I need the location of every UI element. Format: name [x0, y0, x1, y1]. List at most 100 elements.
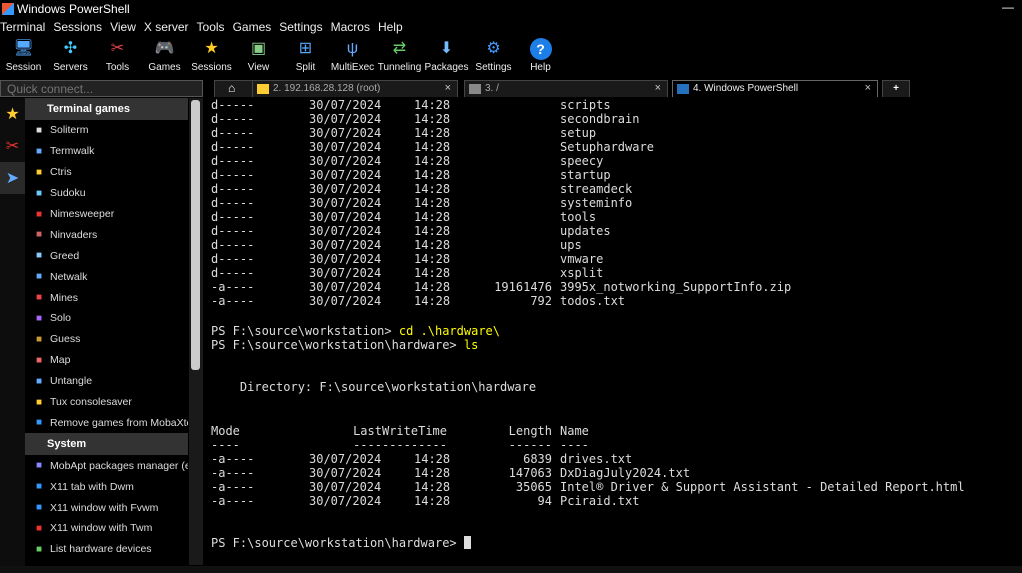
tab-close-icon[interactable]: ×: [865, 81, 871, 96]
tab-close-icon[interactable]: ×: [445, 81, 451, 96]
file-row-cell: 14:28: [414, 494, 451, 508]
sidebar-item[interactable]: ■ X11 window with Fvwm: [25, 497, 188, 518]
game-icon: ■: [35, 271, 43, 283]
dir-row-cell: 14:28: [414, 196, 451, 210]
toolbar-games-button[interactable]: 🎮 Games: [141, 36, 188, 78]
menu-item-macros[interactable]: Macros: [331, 20, 375, 34]
dir-row-cell: d-----: [211, 98, 255, 112]
toolbar-sessions-button[interactable]: ★ Sessions: [188, 36, 235, 78]
sidebar-item[interactable]: ■ Termwalk: [25, 141, 188, 162]
sidebar-item[interactable]: ■ Solo: [25, 308, 188, 329]
dir-row-cell: setup: [560, 126, 597, 140]
toolbar-view-button[interactable]: ▣ View: [235, 36, 282, 78]
game-icon: ■: [35, 166, 43, 178]
file-row-cell: 30/07/2024: [309, 494, 382, 508]
minimize-button[interactable]: —: [1002, 0, 1014, 14]
file-row-cell: 14:28: [414, 466, 451, 480]
toolbar-label: Split: [295, 62, 316, 73]
game-icon: ■: [35, 208, 43, 220]
sidebar-item[interactable]: ■ Mines: [25, 287, 188, 308]
sidebar-item-label: Termwalk: [50, 145, 95, 158]
menu-item-help[interactable]: Help: [378, 20, 408, 34]
toolbar-label: Tools: [105, 62, 130, 73]
toolbar-packages-button[interactable]: ⬇ Packages: [423, 36, 470, 78]
dir-row-cell: d-----: [211, 266, 255, 280]
menu-item-x-server[interactable]: X server: [144, 20, 194, 34]
sidebar-item[interactable]: ■ Guess: [25, 329, 188, 350]
tab-close-icon[interactable]: ×: [655, 81, 661, 96]
file-row-cell: -a----: [211, 466, 255, 480]
menu-item-terminal[interactable]: Terminal: [0, 20, 50, 34]
tab-label: 4. Windows PowerShell: [693, 83, 799, 94]
game-icon: ■: [35, 543, 43, 555]
tab-ssh-session[interactable]: 2. 192.168.28.128 (root) ×: [252, 80, 458, 97]
file-row-cell: Intel® Driver & Support Assistant - Deta…: [560, 480, 965, 494]
sidebar-item[interactable]: ■ Nimesweeper: [25, 204, 188, 225]
tab-home[interactable]: ⌂: [214, 80, 254, 97]
terminal-output[interactable]: d----- 30/07/2024 14:28 scripts d----- 30/07/…: [206, 98, 1022, 566]
command-text: cd .\hardware\: [398, 324, 500, 338]
game-icon: ■: [35, 333, 43, 345]
dir-row-cell: 30/07/2024: [309, 98, 382, 112]
toolbar-session-button[interactable]: 🖥 Session: [0, 36, 47, 78]
sidebar-item[interactable]: ■ Ninvaders: [25, 224, 188, 245]
dir-row-cell: d-----: [211, 140, 255, 154]
session-icon: 🖥: [13, 40, 34, 57]
sidebar-item[interactable]: ■ List hardware devices: [25, 539, 188, 560]
sidebar-item[interactable]: ■ X11 tab with Dwm: [25, 476, 188, 497]
favorites-star-icon[interactable]: ★: [0, 98, 25, 130]
tab-local-terminal[interactable]: 3. / ×: [464, 80, 668, 97]
new-tab-button[interactable]: +: [882, 80, 910, 97]
toolbar-settings-button[interactable]: ⚙ Settings: [470, 36, 517, 78]
mobaxterm-app-icon: [2, 3, 14, 15]
quick-connect-input[interactable]: [0, 80, 203, 97]
toolbar-multiexec-button[interactable]: ψ MultiExec: [329, 36, 376, 78]
ssh-icon: [257, 84, 269, 94]
game-icon: ■: [35, 502, 43, 514]
sidebar-item[interactable]: ■ Greed: [25, 245, 188, 266]
sidebar-scrollbar[interactable]: [189, 98, 203, 565]
dir-row-cell: 30/07/2024: [309, 266, 382, 280]
sidebar-item[interactable]: ■ Map: [25, 350, 188, 371]
toolbar-tools-button[interactable]: ✂ Tools: [94, 36, 141, 78]
scrollbar-thumb[interactable]: [191, 100, 200, 370]
toolbar-tunneling-button[interactable]: ⇄ Tunneling: [376, 36, 423, 78]
tools-icon[interactable]: ✂: [0, 130, 25, 162]
sidebar-item-label: Map: [50, 354, 71, 367]
menu-item-view[interactable]: View: [110, 20, 141, 34]
sidebar-item[interactable]: ■ Remove games from MobaXterm: [25, 412, 188, 433]
menu-item-sessions[interactable]: Sessions: [53, 20, 107, 34]
file-row-cell: Pciraid.txt: [560, 494, 640, 508]
menu-item-tools[interactable]: Tools: [197, 20, 230, 34]
sidebar-item-label: Guess: [50, 333, 81, 346]
toolbar-servers-button[interactable]: ✣ Servers: [47, 36, 94, 78]
sidebar-item-label: X11 tab with Dwm: [50, 480, 134, 493]
dir-row-cell: 14:28: [414, 112, 451, 126]
session-tab-bar: ⌂ 2. 192.168.28.128 (root) × 3. / × 4. W…: [206, 79, 1022, 97]
toolbar-split-button[interactable]: ⊞ Split: [282, 36, 329, 78]
game-icon: ■: [35, 229, 43, 241]
dir-row-cell: 30/07/2024: [309, 280, 382, 294]
sidebar-item[interactable]: ■ Untangle: [25, 371, 188, 392]
sidebar-item[interactable]: ■ Tux consolesaver: [25, 392, 188, 413]
menu-item-settings[interactable]: Settings: [279, 20, 327, 34]
toolbar-label: Sessions: [191, 62, 232, 73]
sidebar-item[interactable]: ■ X11 window with Twm: [25, 518, 188, 539]
sidebar-item[interactable]: ■ Soliterm: [25, 120, 188, 141]
menu-item-games[interactable]: Games: [233, 20, 277, 34]
file-row-cell: -a----: [211, 494, 255, 508]
sidebar-item[interactable]: ■ Sudoku: [25, 183, 188, 204]
file-row-cell: 30/07/2024: [309, 480, 382, 494]
games-sidebar: Terminal games ■ Soliterm ■ Termwalk ■ Ctris ■ S…: [25, 98, 188, 565]
column-header-name: Name: [560, 424, 589, 438]
toolbar-label: Help: [530, 62, 551, 73]
toolbar-help-button[interactable]: ? Help: [517, 36, 564, 78]
sidebar-item[interactable]: ■ Netwalk: [25, 266, 188, 287]
send-icon[interactable]: ➤: [0, 162, 25, 194]
sidebar-item[interactable]: ■ Ctris: [25, 162, 188, 183]
prompt-line: PS F:\source\workstation> cd .\hardware\: [211, 324, 500, 338]
tab-powershell[interactable]: 4. Windows PowerShell ×: [672, 80, 878, 97]
sidebar-item[interactable]: ■ MobApt packages manager (expe: [25, 455, 188, 476]
dir-row-cell: 30/07/2024: [309, 182, 382, 196]
game-icon: ■: [35, 396, 43, 408]
